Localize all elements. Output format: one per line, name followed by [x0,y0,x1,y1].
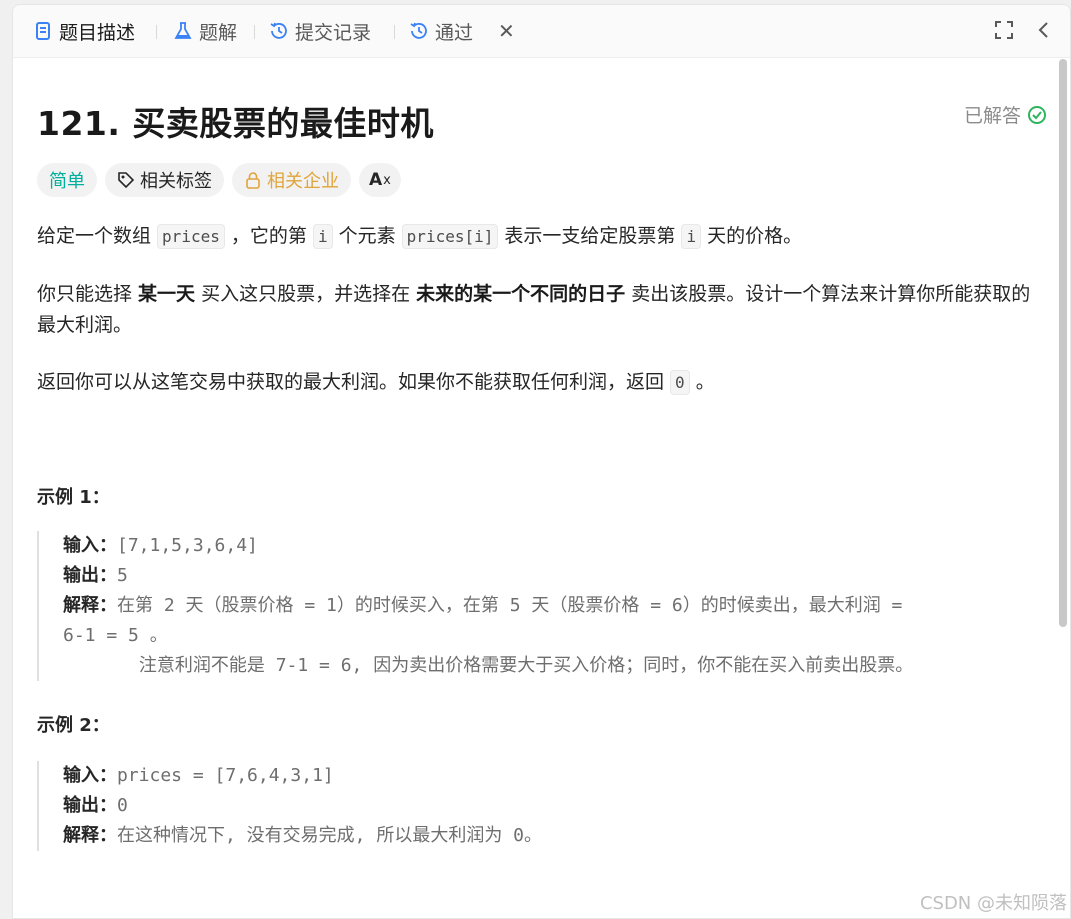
tab-description[interactable]: 题目描述 [33,19,136,44]
output-label: 输出： [63,565,117,586]
page-title: 121. 买卖股票的最佳时机 [37,104,434,143]
problem-content: 121. 买卖股票的最佳时机 已解答 简单 相关标签 相关企业 Ax 给定一个数… [13,57,1053,919]
lock-icon [246,172,260,189]
inline-code: 0 [670,370,690,395]
text: 天的价格。 [701,225,803,247]
input-label: 输入： [63,765,117,786]
tab-accepted[interactable]: 通过 [409,19,474,44]
tab-label: 通过 [435,21,474,44]
check-circle-icon [1028,105,1046,124]
status-label: 已解答 [963,105,1021,127]
flask-icon [173,21,193,41]
text: 你只能选择 [37,283,139,305]
tab-label: 提交记录 [295,21,372,44]
close-icon[interactable]: ✕ [498,19,515,43]
translate-icon: A [369,170,383,190]
translate-icon-sub: x [383,172,391,188]
text: 返回你可以从这笔交易中获取的最大利润。如果你不能获取任何利润，返回 [37,371,671,393]
example-input: 输入：[7,1,5,3,6,4] [63,531,1047,561]
explain-text: 在第 2 天（股票价格 = 1）的时候买入，在第 5 天（股票价格 = 6）的时… [117,595,903,616]
tab-divider [254,25,255,39]
explain-label: 解释： [63,595,117,616]
text: 买入这只股票，并选择在 [195,283,417,305]
difficulty-badge[interactable]: 简单 [37,163,97,197]
example-output: 输出：5 [63,561,1047,591]
input-label: 输入： [63,535,117,556]
inline-code: prices[i] [401,224,499,249]
translate-button[interactable]: Ax [359,163,401,197]
tab-submissions[interactable]: 提交记录 [269,19,372,44]
example-1-block: 输入：[7,1,5,3,6,4] 输出：5 解释：在第 2 天（股票价格 = 1… [37,531,1047,681]
inline-code: prices [157,224,225,249]
input-value: [7,1,5,3,6,4] [117,535,258,556]
tab-divider [156,25,157,39]
text: 表示一支给定股票第 [498,225,682,247]
bold-text: 某一天 [138,283,196,305]
explain-text: 在这种情况下, 没有交易完成, 所以最大利润为 0。 [117,825,543,846]
example-explain: 解释：在第 2 天（股票价格 = 1）的时候买入，在第 5 天（股票价格 = 6… [63,591,1047,621]
text: 。 [689,371,715,393]
example-output: 输出：0 [63,791,1047,821]
fullscreen-icon[interactable] [993,19,1015,41]
tab-label: 题解 [199,21,238,44]
bold-text: 未来的某一个不同的日子 [416,283,626,305]
explain-label: 解释： [63,825,117,846]
text: 个元素 [332,225,402,247]
related-tags-button[interactable]: 相关标签 [105,163,224,197]
tab-divider [394,25,395,39]
problem-panel: 题目描述 题解 提交记录 通过 ✕ 121. 买卖股票的最佳时机 已解答 简单 … [12,4,1071,919]
tab-label: 题目描述 [59,21,136,44]
history-icon [269,21,289,41]
document-icon [33,21,53,41]
example-input: 输入：prices = [7,6,4,3,1] [63,761,1047,791]
tag-icon [118,172,135,189]
description-paragraph-1: 给定一个数组 prices ，它的第 i 个元素 prices[i] 表示一支给… [37,221,1037,252]
input-value: prices = [7,6,4,3,1] [117,765,334,786]
chevron-left-icon[interactable] [1033,19,1055,41]
inline-code: i [681,224,702,249]
history-icon [409,21,429,41]
explain-text: 6-1 = 5 。 [63,625,168,646]
output-value: 0 [117,795,128,816]
explain-text: 注意利润不能是 7-1 = 6, 因为卖出价格需要大于买入价格；同时，你不能在买… [63,655,914,676]
scrollbar[interactable] [1058,57,1068,919]
related-tags-label: 相关标签 [140,171,212,192]
example-2-title: 示例 2： [37,715,110,736]
solved-status: 已解答 [964,101,1047,128]
example-explain: 解释：在这种情况下, 没有交易完成, 所以最大利润为 0。 [63,821,1047,851]
description-paragraph-2: 你只能选择 某一天 买入这只股票，并选择在 未来的某一个不同的日子 卖出该股票。… [37,279,1037,341]
tag-row: 简单 相关标签 相关企业 Ax [37,163,401,197]
related-companies-label: 相关企业 [267,171,339,192]
description-paragraph-3: 返回你可以从这笔交易中获取的最大利润。如果你不能获取任何利润，返回 0 。 [37,367,1037,398]
tab-solutions[interactable]: 题解 [173,19,238,44]
example-2-block: 输入：prices = [7,6,4,3,1] 输出：0 解释：在这种情况下, … [37,761,1047,851]
scrollbar-thumb[interactable] [1059,59,1067,627]
watermark: CSDN @未知陨落 [919,893,1067,914]
text: ，它的第 [224,225,313,247]
related-companies-button[interactable]: 相关企业 [232,163,351,197]
output-label: 输出： [63,795,117,816]
output-value: 5 [117,565,128,586]
text: 给定一个数组 [37,225,158,247]
inline-code: i [312,224,333,249]
example-1-title: 示例 1： [37,487,110,508]
tab-bar: 题目描述 题解 提交记录 通过 ✕ [13,5,1070,58]
